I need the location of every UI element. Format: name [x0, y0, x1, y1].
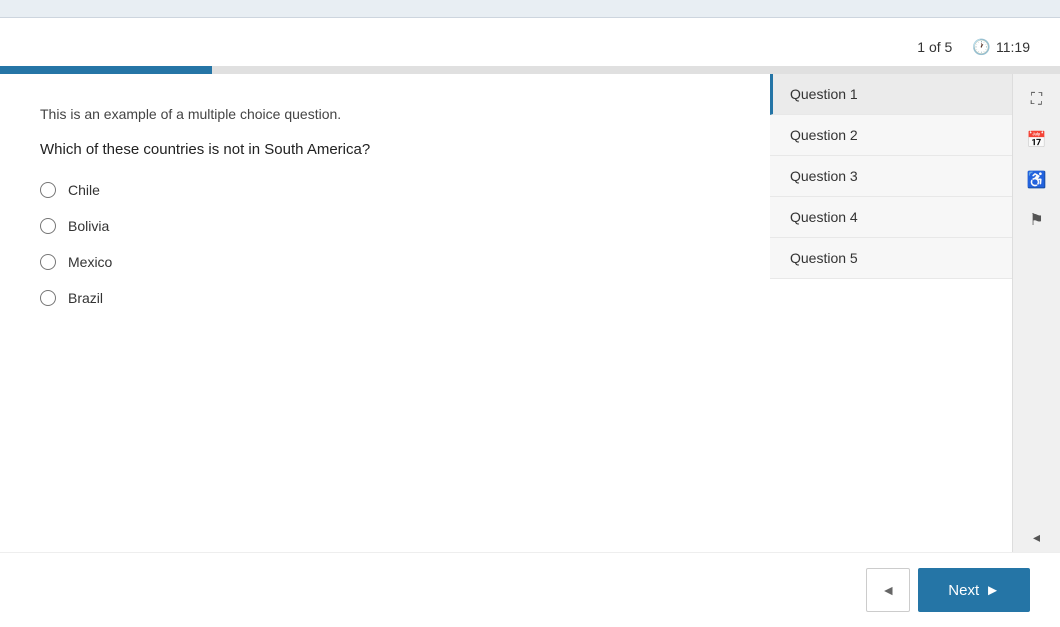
fullscreen-button[interactable]: ⛶ — [1019, 82, 1055, 118]
label-chile[interactable]: Chile — [68, 182, 100, 198]
next-label: Next — [948, 582, 979, 599]
question-text: Which of these countries is not in South… — [40, 141, 730, 158]
top-bar — [0, 0, 1060, 18]
timer: 🕐 11:19 — [972, 38, 1030, 56]
nav-item-q2[interactable]: Question 2 — [770, 115, 1012, 156]
nav-item-q1[interactable]: Question 1 — [770, 74, 1012, 115]
calendar-button[interactable]: 📅 — [1019, 122, 1055, 158]
answer-option-chile[interactable]: Chile — [40, 182, 730, 198]
flag-icon: ⚑ — [1029, 210, 1043, 230]
radio-bolivia[interactable] — [40, 218, 56, 234]
content-area: This is an example of a multiple choice … — [0, 74, 1060, 552]
nav-item-q5[interactable]: Question 5 — [770, 238, 1012, 279]
icon-panel: ⛶ 📅 ♿ ⚑ ◂ — [1012, 74, 1060, 552]
prev-button[interactable]: ◄ — [866, 568, 910, 612]
fullscreen-icon: ⛶ — [1031, 91, 1042, 109]
header-bar: 1 of 5 🕐 11:19 — [0, 18, 1060, 66]
nav-panel: Question 1 Question 2 Question 3 Questio… — [770, 74, 1012, 552]
radio-mexico[interactable] — [40, 254, 56, 270]
next-arrow-icon: ► — [985, 582, 1000, 599]
calendar-icon: 📅 — [1027, 130, 1047, 150]
answer-option-brazil[interactable]: Brazil — [40, 290, 730, 306]
progress-bar-fill — [0, 66, 212, 74]
clock-icon: 🕐 — [972, 38, 991, 56]
radio-brazil[interactable] — [40, 290, 56, 306]
timer-value: 11:19 — [996, 39, 1030, 55]
progress-bar-container — [0, 66, 1060, 74]
label-bolivia[interactable]: Bolivia — [68, 218, 109, 234]
answer-option-mexico[interactable]: Mexico — [40, 254, 730, 270]
nav-item-q3[interactable]: Question 3 — [770, 156, 1012, 197]
radio-chile[interactable] — [40, 182, 56, 198]
main-container: 1 of 5 🕐 11:19 This is an example of a m… — [0, 18, 1060, 627]
page-indicator: 1 of 5 — [917, 39, 952, 55]
label-brazil[interactable]: Brazil — [68, 290, 103, 306]
label-mexico[interactable]: Mexico — [68, 254, 112, 270]
next-button[interactable]: Next ► — [918, 568, 1030, 612]
sidebar-wrapper: Question 1 Question 2 Question 3 Questio… — [770, 74, 1060, 552]
answer-option-bolivia[interactable]: Bolivia — [40, 218, 730, 234]
prev-arrow-icon: ◄ — [881, 582, 895, 598]
collapse-icon: ◂ — [1033, 529, 1040, 546]
question-panel: This is an example of a multiple choice … — [0, 74, 770, 552]
accessibility-icon: ♿ — [1027, 170, 1047, 190]
bottom-bar: ◄ Next ► — [0, 552, 1060, 627]
nav-item-q4[interactable]: Question 4 — [770, 197, 1012, 238]
flag-button[interactable]: ⚑ — [1019, 202, 1055, 238]
question-description: This is an example of a multiple choice … — [40, 104, 730, 125]
accessibility-button[interactable]: ♿ — [1019, 162, 1055, 198]
collapse-button[interactable]: ◂ — [1019, 522, 1055, 552]
